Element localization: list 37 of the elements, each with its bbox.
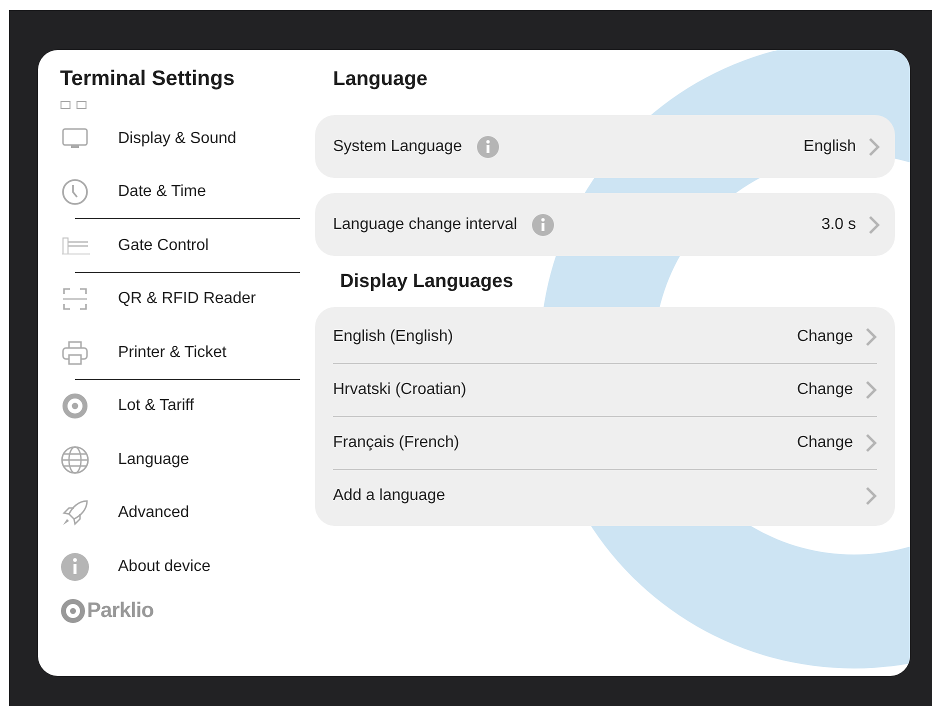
sidebar-item[interactable]: Advanced: [60, 486, 300, 540]
chevron-icon: [865, 486, 877, 506]
sidebar-item[interactable]: Lot & Tariff: [60, 380, 300, 433]
sidebar-item[interactable]: Display & Sound: [60, 112, 300, 166]
setting-row[interactable]: Language change interval 3.0 s: [315, 193, 895, 256]
language-row[interactable]: Add a language: [333, 470, 877, 522]
chevron-icon: [868, 214, 880, 234]
sidebar-item[interactable]: Gate Control: [60, 219, 300, 272]
chevron-icon: [868, 136, 880, 156]
chevron-icon: [865, 433, 877, 453]
logo: Parklio: [60, 598, 154, 624]
info-icon[interactable]: [532, 214, 554, 236]
rocket-icon: [60, 498, 90, 528]
sidebar-title: Terminal Settings: [60, 66, 236, 92]
change-link[interactable]: Change: [796, 434, 853, 452]
sidebar-item[interactable]: About device: [60, 540, 300, 594]
sidebar-item[interactable]: Date & Time: [60, 166, 300, 219]
sidebar-item[interactable]: Printer & Ticket: [60, 326, 300, 380]
globe-icon: [60, 444, 90, 475]
change-link[interactable]: Change: [796, 328, 853, 346]
page-title: Language: [332, 67, 428, 92]
chevron-icon: [865, 327, 877, 347]
language-row[interactable]: English (English) Change: [333, 311, 877, 363]
section-title: Display Languages: [339, 271, 514, 293]
sidebar-item[interactable]: Language: [60, 433, 300, 486]
info-icon[interactable]: [476, 136, 499, 158]
setting-value: 3.0 s: [821, 216, 856, 234]
setting-row[interactable]: System Language English: [315, 115, 895, 178]
info-icon: [60, 552, 90, 582]
language-row[interactable]: Français (French) Change: [333, 417, 877, 469]
setting-value: English: [804, 138, 856, 156]
clock-icon: [60, 177, 90, 208]
chevron-icon: [865, 380, 877, 400]
sidebar-item[interactable]: QR & RFID Reader: [60, 272, 300, 326]
language-row[interactable]: Hrvatski (Croatian) Change: [333, 364, 877, 416]
change-link[interactable]: Change: [796, 381, 853, 399]
parking-icon: [60, 391, 90, 422]
